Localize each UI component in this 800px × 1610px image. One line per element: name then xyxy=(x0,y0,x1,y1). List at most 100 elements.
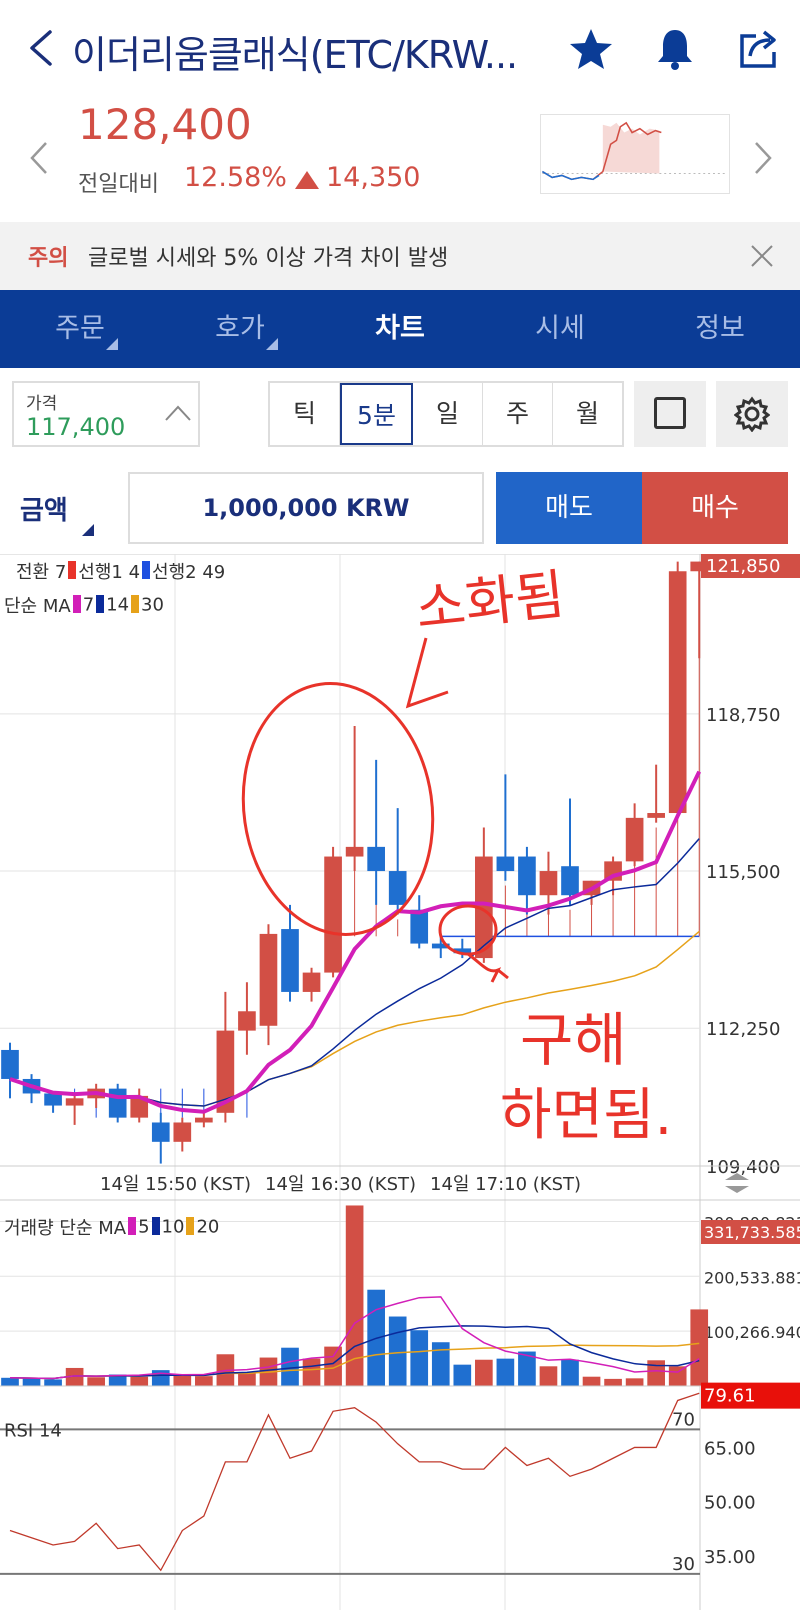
candle-body xyxy=(259,933,278,1026)
volume-bar xyxy=(604,1378,622,1386)
legend-vma5: 5 xyxy=(138,1216,150,1238)
amount-type-label[interactable]: 금액 xyxy=(20,490,68,527)
menu-corner-icon xyxy=(266,338,278,350)
sell-button[interactable]: 매도 xyxy=(496,472,642,544)
candle-body xyxy=(173,1122,192,1142)
volume-bar xyxy=(87,1377,105,1386)
price-tick-label: 115,500 xyxy=(706,862,780,883)
rsi-tick-label: 50.00 xyxy=(704,1493,756,1514)
rsi-line xyxy=(9,1392,700,1572)
top-bar: 이더리움클래식(ETC/KRW... xyxy=(0,0,800,100)
last-volume-label: 331,733.585 xyxy=(704,1223,800,1242)
chart-area[interactable]: 118,750 115,500 112,250 109,400 121,850 14일 1… xyxy=(0,554,800,1610)
timeframe-week[interactable]: 주 xyxy=(483,383,553,445)
candle-body xyxy=(668,571,687,814)
timeframe-month[interactable]: 월 xyxy=(553,383,622,445)
buy-button[interactable]: 매수 xyxy=(642,472,788,544)
notice-tag: 주의 xyxy=(28,246,69,271)
annotation-text-bottom-2: 하면됨. xyxy=(500,1083,672,1148)
price-selector-value: 117,400 xyxy=(26,413,126,441)
candle-body xyxy=(345,846,364,857)
close-icon[interactable] xyxy=(750,244,774,268)
rsi-tick-label: 35.00 xyxy=(704,1547,756,1568)
square-icon xyxy=(654,397,686,429)
chevron-right-icon[interactable] xyxy=(752,140,774,176)
chevron-up-icon xyxy=(165,405,191,421)
candle-body xyxy=(625,817,644,862)
settings-button[interactable] xyxy=(716,381,788,447)
gear-icon xyxy=(734,396,770,432)
ichimoku-legend: 전환 7 선행1 4 선행2 49 xyxy=(16,558,225,584)
main-tabs: 주문 호가 차트 시세 정보 xyxy=(0,290,800,368)
legend-volume-label: 거래량 단순 MA xyxy=(4,1218,127,1239)
volume-bar xyxy=(668,1366,687,1386)
price-selector-label: 가격 xyxy=(26,394,58,414)
change-label: 전일대비 xyxy=(78,172,159,197)
fullscreen-button[interactable] xyxy=(634,381,706,447)
volume-bar xyxy=(238,1372,256,1386)
timeframe-5min[interactable]: 5분 xyxy=(340,383,413,445)
tab-quotes-label: 시세 xyxy=(535,313,585,344)
volume-bar xyxy=(690,1309,709,1386)
volume-bar xyxy=(539,1366,558,1386)
volume-tick-label: 200,533.881 xyxy=(704,1268,800,1287)
candle-body xyxy=(238,1011,256,1031)
time-tick-label: 14일 15:50 (KST) xyxy=(100,1174,251,1195)
legend-swatch xyxy=(68,561,77,579)
price-tick-label: 112,250 xyxy=(706,1019,780,1040)
menu-corner-icon xyxy=(106,338,118,350)
volume-bar xyxy=(302,1358,321,1386)
legend-rsi-label: RSI 14 xyxy=(4,1420,62,1442)
legend-lead1: 선행1 4 xyxy=(78,562,141,583)
price-selector[interactable]: 가격 117,400 xyxy=(12,381,200,447)
volume-bar xyxy=(475,1359,493,1386)
legend-swatch xyxy=(96,595,105,613)
back-icon[interactable] xyxy=(26,28,56,68)
tab-order-label: 주문 xyxy=(55,313,105,344)
candle-body xyxy=(324,856,342,973)
volume-tick-label: 100,266.940 xyxy=(704,1323,800,1342)
volume-bar xyxy=(130,1376,149,1386)
timeframe-selector: 틱 5분 일 주 월 xyxy=(268,381,624,447)
rsi-level-30: 30 xyxy=(672,1554,695,1575)
star-icon[interactable] xyxy=(568,26,614,72)
legend-ma-label: 단순 MA xyxy=(4,596,71,617)
tab-orderbook[interactable]: 호가 xyxy=(160,290,320,368)
tab-chart[interactable]: 차트 xyxy=(320,290,480,368)
amount-input[interactable]: 1,000,000 KRW xyxy=(128,472,484,544)
share-icon[interactable] xyxy=(736,26,782,72)
chart-canvas[interactable]: 118,750 115,500 112,250 109,400 121,850 14일 1… xyxy=(0,554,800,1610)
volume-bar xyxy=(1,1377,19,1386)
tab-quotes[interactable]: 시세 xyxy=(480,290,640,368)
candle-body xyxy=(65,1098,84,1106)
legend-swatch xyxy=(142,561,151,579)
tab-info[interactable]: 정보 xyxy=(640,290,800,368)
bell-icon[interactable] xyxy=(652,26,698,72)
volume-bar xyxy=(496,1358,515,1386)
volume-bar xyxy=(431,1342,450,1386)
timeframe-day[interactable]: 일 xyxy=(413,383,483,445)
legend-lead2: 선행2 49 xyxy=(152,562,226,583)
timeframe-tick[interactable]: 틱 xyxy=(270,383,340,445)
candle-body xyxy=(367,846,385,872)
tab-chart-label: 차트 xyxy=(375,313,425,344)
ma-legend: 단순 MA 7 14 30 xyxy=(4,592,164,618)
candle-body xyxy=(647,813,665,818)
tab-orderbook-label: 호가 xyxy=(215,313,265,344)
candle-body xyxy=(302,972,321,992)
legend-conversion: 전환 7 xyxy=(16,562,67,583)
time-tick-label: 14일 16:30 (KST) xyxy=(265,1174,416,1195)
mini-price-chart[interactable] xyxy=(540,114,730,194)
current-price: 128,400 xyxy=(78,100,252,149)
candle-body xyxy=(1,1049,19,1079)
chevron-left-icon[interactable] xyxy=(28,140,50,176)
volume-bar xyxy=(410,1330,429,1386)
tab-order[interactable]: 주문 xyxy=(0,290,160,368)
candle-body xyxy=(108,1088,127,1118)
legend-ma7: 7 xyxy=(82,594,95,616)
volume-bar xyxy=(324,1346,342,1386)
candle-body xyxy=(561,866,579,896)
candle-body xyxy=(496,856,515,872)
legend-swatch xyxy=(151,1217,160,1235)
change-value: 14,350 xyxy=(326,162,421,193)
